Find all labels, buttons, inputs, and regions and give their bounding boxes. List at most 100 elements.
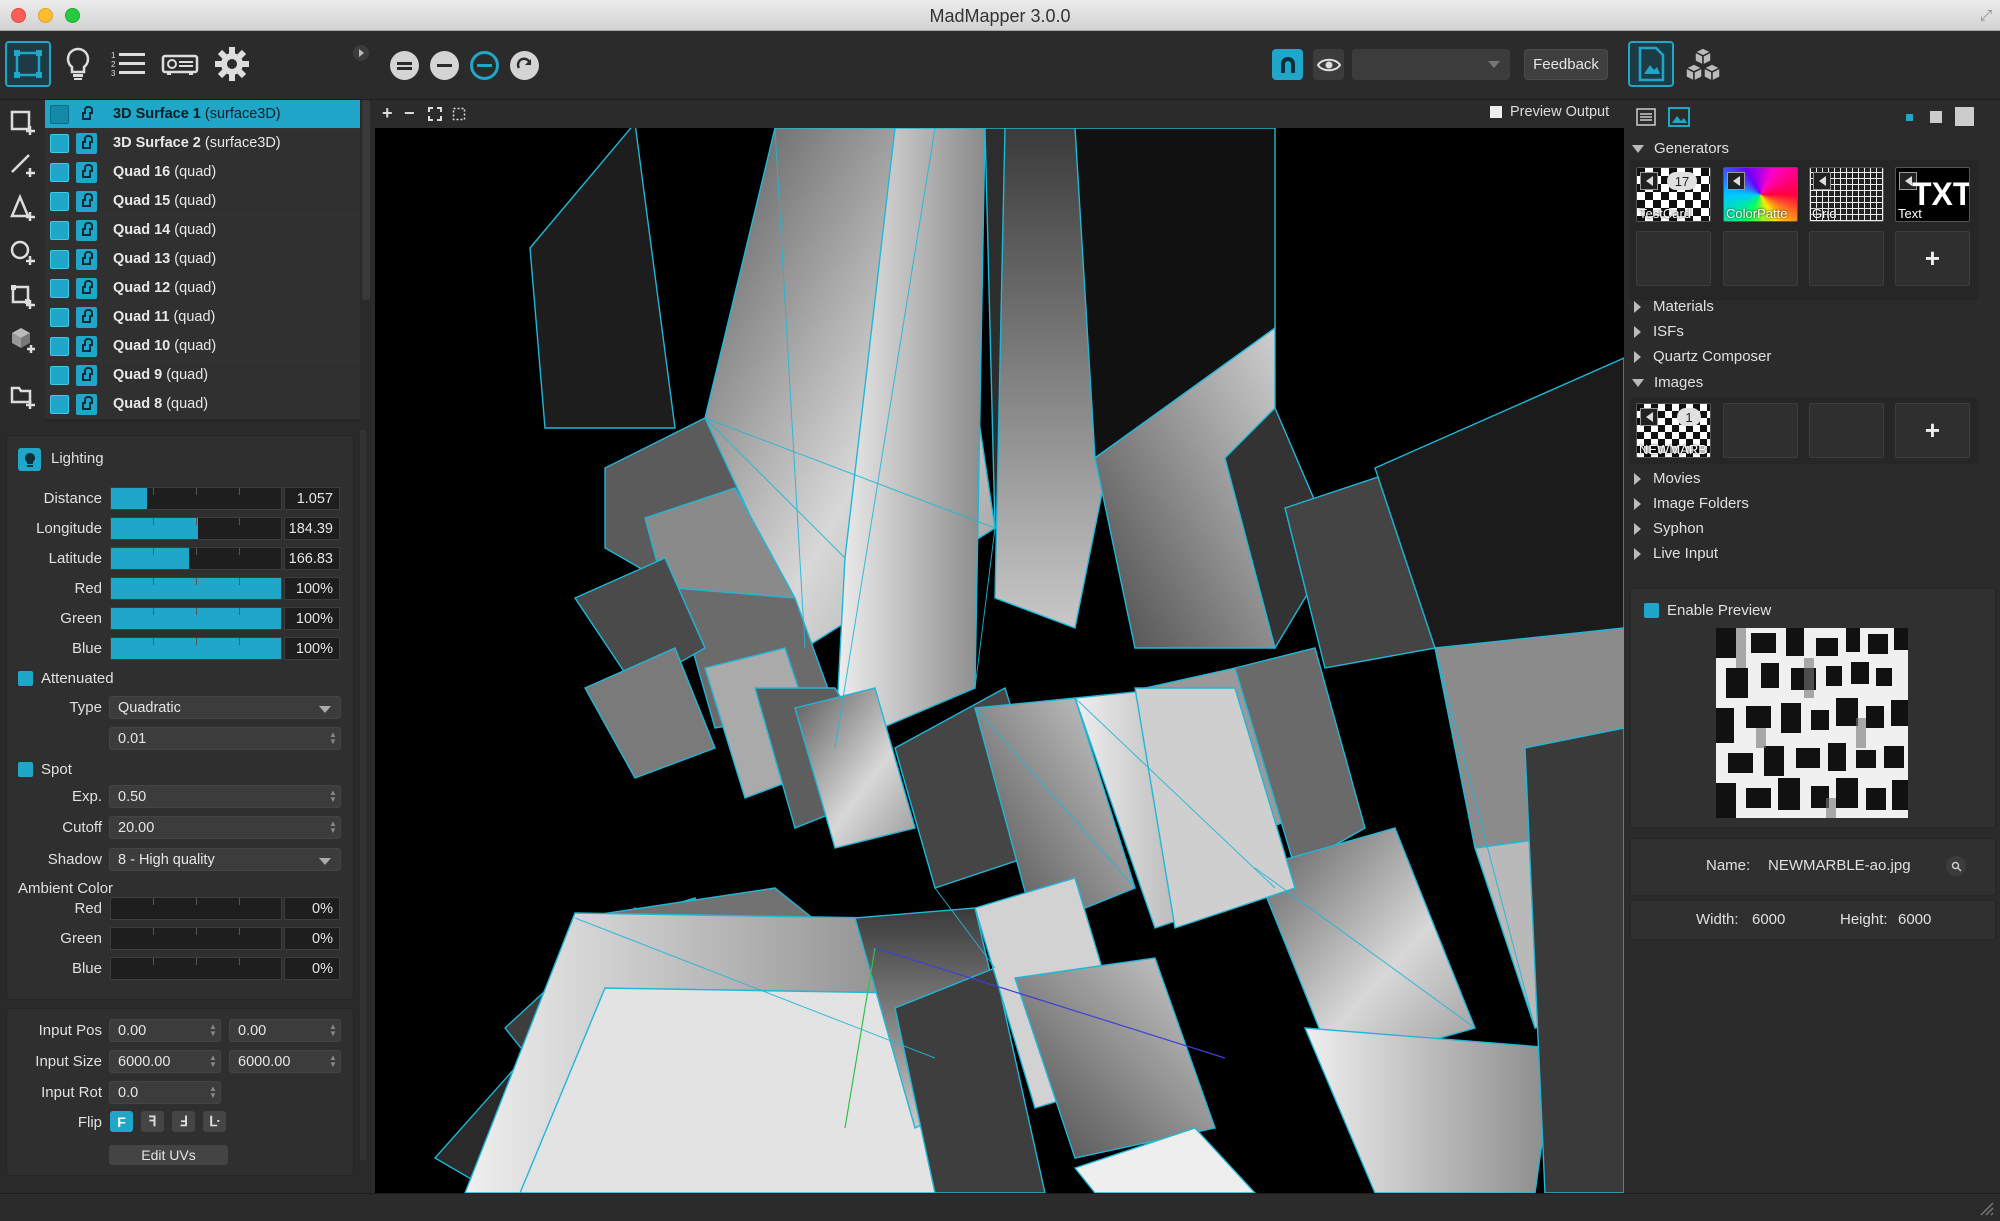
amb-green-value[interactable]: 0%	[284, 927, 340, 950]
latitude-value[interactable]: 166.83	[284, 547, 340, 570]
generator-thumb-grid[interactable]: Grid	[1809, 167, 1884, 222]
surface-visible-checkbox[interactable]	[50, 104, 69, 124]
reveal-file-button[interactable]	[1946, 856, 1966, 876]
stepper-icon[interactable]: ▲ ▼	[209, 1054, 217, 1069]
surface-row[interactable]: Quad 13 (quad)	[45, 245, 360, 274]
blue-value[interactable]: 100%	[284, 637, 340, 660]
surface-mode-button[interactable]	[5, 41, 51, 87]
surface-visible-checkbox[interactable]	[50, 162, 69, 182]
stepper-icon[interactable]: ▲ ▼	[329, 731, 337, 746]
input-pos-y-field[interactable]: 0.00 ▲ ▼	[229, 1019, 341, 1042]
surface-lock-toggle[interactable]	[76, 364, 97, 386]
green-slider[interactable]	[110, 607, 282, 630]
mapping-viewport[interactable]	[375, 128, 1624, 1193]
add-image-button[interactable]: +	[1895, 403, 1970, 458]
library-section-syphon[interactable]: Syphon	[1632, 520, 1704, 537]
blue-slider[interactable]	[110, 637, 282, 660]
surface-lock-toggle[interactable]	[76, 190, 97, 212]
view-selector-dropdown[interactable]	[1352, 49, 1510, 80]
empty-generator-slot[interactable]	[1636, 231, 1711, 286]
distance-value[interactable]: 1.057	[284, 487, 340, 510]
large-thumb-size-button[interactable]	[1955, 107, 1974, 126]
show-hide-button[interactable]	[1313, 49, 1344, 80]
library-section-image-folders[interactable]: Image Folders	[1632, 495, 1749, 512]
materials-3d-tab[interactable]	[1680, 41, 1726, 87]
surface-lock-toggle[interactable]	[76, 277, 97, 299]
align-minus-button[interactable]	[430, 51, 459, 80]
amb-red-slider[interactable]	[110, 897, 282, 920]
attenuation-type-dropdown[interactable]: Quadratic	[109, 696, 341, 719]
surface-lock-toggle[interactable]	[76, 335, 97, 357]
surface-visible-checkbox[interactable]	[50, 365, 69, 385]
library-section-quartz-composer[interactable]: Quartz Composer	[1632, 348, 1771, 365]
generator-thumb-testcard[interactable]: 17 TestCard	[1636, 167, 1711, 222]
surface-row[interactable]: Quad 14 (quad)	[45, 216, 360, 245]
back-arrow-icon[interactable]	[1727, 172, 1745, 190]
rotate-button[interactable]	[510, 51, 539, 80]
surface-lock-toggle[interactable]	[76, 248, 97, 270]
flip-none-button[interactable]: F	[110, 1111, 133, 1132]
attenuation-value-field[interactable]: 0.01 ▲ ▼	[109, 727, 341, 750]
feedback-button[interactable]: Feedback	[1524, 49, 1608, 80]
output-setup-button[interactable]	[157, 41, 203, 87]
add-generator-button[interactable]: +	[1895, 231, 1970, 286]
align-equal-button[interactable]	[390, 51, 419, 80]
surface-visible-checkbox[interactable]	[50, 133, 69, 153]
add-quad-icon[interactable]	[9, 108, 37, 136]
input-pos-x-field[interactable]: 0.00 ▲ ▼	[109, 1019, 221, 1042]
snap-magnet-button[interactable]	[1272, 49, 1303, 80]
image-thumb-newmarble[interactable]: 1 NEWMARB	[1636, 403, 1711, 458]
zoom-out-button[interactable]: −	[404, 103, 415, 124]
green-value[interactable]: 100%	[284, 607, 340, 630]
thumbnail-view-icon[interactable]	[1668, 107, 1690, 127]
library-section-movies[interactable]: Movies	[1632, 470, 1701, 487]
amb-red-value[interactable]: 0%	[284, 897, 340, 920]
stepper-icon[interactable]: ▲ ▼	[329, 789, 337, 804]
add-triangle-icon[interactable]	[9, 194, 37, 222]
surface-row[interactable]: Quad 10 (quad)	[45, 332, 360, 361]
empty-generator-slot[interactable]	[1723, 231, 1798, 286]
surface-row[interactable]: 3D Surface 2 (surface3D)	[45, 129, 360, 158]
zoom-in-button[interactable]: +	[382, 103, 393, 124]
blackout-button[interactable]	[470, 51, 499, 80]
surface-visible-checkbox[interactable]	[50, 394, 69, 414]
empty-generator-slot[interactable]	[1809, 231, 1884, 286]
surface-row[interactable]: Quad 8 (quad)	[45, 390, 360, 419]
library-section-isfs[interactable]: ISFs	[1632, 323, 1684, 340]
images-section-header[interactable]: Images	[1632, 374, 1703, 391]
surface-visible-checkbox[interactable]	[50, 191, 69, 211]
longitude-slider[interactable]	[110, 517, 282, 540]
surface-visible-checkbox[interactable]	[50, 336, 69, 356]
resize-grip-icon[interactable]	[1978, 1200, 1994, 1216]
generator-thumb-colorpatte[interactable]: ColorPatte	[1723, 167, 1798, 222]
add-group-folder-icon[interactable]	[9, 382, 37, 410]
stepper-icon[interactable]: ▲ ▼	[329, 1054, 337, 1069]
surface-lock-toggle[interactable]	[76, 219, 97, 241]
input-rot-field[interactable]: 0.0 ▲ ▼	[109, 1081, 221, 1104]
surface-row[interactable]: Quad 12 (quad)	[45, 274, 360, 303]
add-mesh-icon[interactable]	[9, 282, 37, 310]
surface-lock-toggle[interactable]	[76, 132, 97, 154]
surface-lock-toggle[interactable]	[76, 103, 97, 125]
stepper-icon[interactable]: ▲ ▼	[209, 1023, 217, 1038]
surface-lock-toggle[interactable]	[76, 306, 97, 328]
input-size-x-field[interactable]: 6000.00 ▲ ▼	[109, 1050, 221, 1073]
surface-row[interactable]: Quad 11 (quad)	[45, 303, 360, 332]
surface-row[interactable]: Quad 15 (quad)	[45, 187, 360, 216]
flip-horizontal-button[interactable]: ꟻ	[141, 1111, 164, 1132]
stepper-icon[interactable]: ▲ ▼	[209, 1085, 217, 1100]
medium-thumb-size-button[interactable]	[1930, 111, 1942, 123]
library-section-materials[interactable]: Materials	[1632, 298, 1714, 315]
input-size-y-field[interactable]: 6000.00 ▲ ▼	[229, 1050, 341, 1073]
preview-output-toggle[interactable]: Preview Output	[1490, 104, 1609, 120]
latitude-slider[interactable]	[110, 547, 282, 570]
add-circle-icon[interactable]	[9, 238, 37, 266]
edit-uvs-button[interactable]: Edit UVs	[109, 1145, 228, 1165]
light-mode-button[interactable]	[55, 41, 101, 87]
cutoff-field[interactable]: 20.00 ▲ ▼	[109, 816, 341, 839]
attenuated-checkbox[interactable]	[18, 671, 33, 686]
stepper-icon[interactable]: ▲ ▼	[329, 1023, 337, 1038]
flip-vertical-button[interactable]: Ⅎ	[172, 1111, 195, 1132]
back-arrow-icon[interactable]	[1640, 172, 1658, 190]
surface-visible-checkbox[interactable]	[50, 307, 69, 327]
